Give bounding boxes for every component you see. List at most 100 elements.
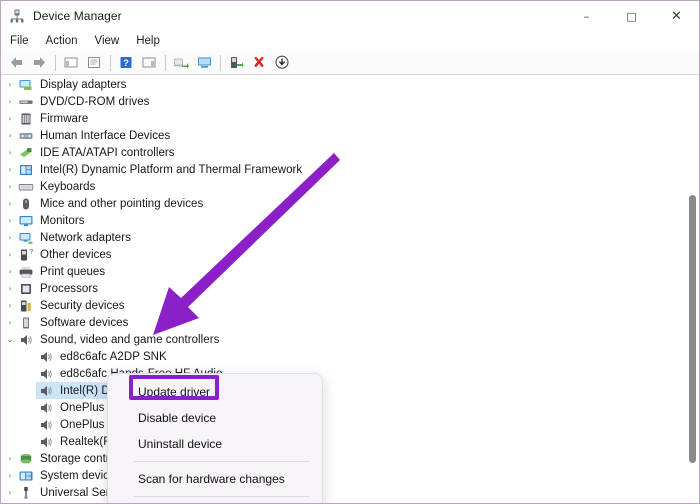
maximize-button[interactable]: □: [609, 1, 654, 31]
tree-item-print-queues[interactable]: › Print queues: [2, 263, 686, 280]
context-menu[interactable]: Update driver Disable device Uninstall dev…: [107, 373, 323, 503]
display-adapter-icon: [18, 77, 34, 93]
tree-item-realtek-r-audio[interactable]: Realtek(R) Audio: [2, 433, 686, 450]
tree-item-label: Security devices: [40, 299, 125, 312]
tree-item-storage-controllers[interactable]: › Storage controllers: [2, 450, 686, 467]
tree-item-label: ed8c6afc A2DP SNK: [60, 350, 167, 363]
other-devices-icon: ?: [18, 247, 34, 263]
tree-item-firmware[interactable]: › Firmware: [2, 110, 686, 127]
tree-item-label: Monitors: [40, 214, 85, 227]
tree-item-oneplus-bullets-wireless-z-hands-free[interactable]: OnePlus Bullets Wireless Z Hands-Free: [2, 416, 686, 433]
chevron-right-icon[interactable]: ›: [2, 488, 18, 497]
chevron-right-icon[interactable]: ›: [2, 97, 18, 106]
tree-item-ed8c6afc-a2dp-snk[interactable]: ed8c6afc A2DP SNK: [2, 348, 686, 365]
tree-item-processors[interactable]: › Processors: [2, 280, 686, 297]
tree-item-system-devices[interactable]: › System devices: [2, 467, 686, 484]
chevron-right-icon[interactable]: ›: [2, 199, 18, 208]
firmware-icon: [18, 111, 34, 127]
tree-item-sound-video-and-game-controllers[interactable]: ⌄ Sound, video and game controllers: [2, 331, 686, 348]
tree-item-human-interface-devices[interactable]: › Human Interface Devices: [2, 127, 686, 144]
tree-item-universal-serial-bus-controllers[interactable]: ›Universal Serial Bus controllers: [2, 484, 686, 501]
chevron-right-icon[interactable]: ›: [2, 80, 18, 89]
monitor-icon: [18, 213, 34, 229]
tree-item-label: IDE ATA/ATAPI controllers: [40, 146, 175, 159]
tree-item-other-devices[interactable]: ›? Other devices: [2, 246, 686, 263]
properties-button[interactable]: [83, 52, 105, 73]
chevron-down-icon[interactable]: ⌄: [2, 335, 18, 344]
chevron-right-icon[interactable]: ›: [2, 182, 18, 191]
ctx-disable-device[interactable]: Disable device: [108, 405, 322, 431]
menu-action[interactable]: Action: [44, 35, 87, 47]
chevron-right-icon[interactable]: ›: [2, 250, 18, 259]
dvd-drive-icon: [18, 94, 34, 110]
system-device-icon: [18, 468, 34, 484]
sound-controller-icon: [38, 383, 54, 399]
tree-item-monitors[interactable]: › Monitors: [2, 212, 686, 229]
menu-help[interactable]: Help: [134, 35, 169, 47]
ctx-scan-hardware-changes[interactable]: Scan for hardware changes: [108, 466, 322, 492]
toolbar-separator: [165, 54, 166, 71]
chevron-right-icon[interactable]: ›: [2, 233, 18, 242]
chevron-right-icon[interactable]: ›: [2, 114, 18, 123]
forward-button[interactable]: [28, 52, 50, 73]
tree-item-label: Print queues: [40, 265, 106, 278]
show-hide-console-tree-button[interactable]: [60, 52, 82, 73]
window-title: Device Manager: [33, 9, 122, 23]
chevron-right-icon[interactable]: ›: [2, 301, 18, 310]
chevron-right-icon[interactable]: ›: [2, 165, 18, 174]
ctx-update-driver[interactable]: Update driver: [108, 379, 322, 405]
tree-item-security-devices[interactable]: › Security devices: [2, 297, 686, 314]
uninstall-device-button[interactable]: [248, 52, 270, 73]
tree-item-intel-r-display-audio[interactable]: Intel(R) Display Audio: [2, 382, 686, 399]
tree-item-label: Processors: [40, 282, 99, 295]
toolbar-separator: [55, 54, 56, 71]
menu-bar: File Action View Help: [1, 31, 699, 51]
tree-item-label: Human Interface Devices: [40, 129, 171, 142]
sound-controller-icon: [38, 400, 54, 416]
tree-item-intel-r-dynamic-platform-and-thermal-framework[interactable]: › Intel(R) Dynamic Platform and Thermal F…: [2, 161, 686, 178]
context-menu-separator: [134, 496, 310, 497]
tree-item-oneplus-bullets-wireless-z-stereo[interactable]: OnePlus Bullets Wireless Z Stereo: [2, 399, 686, 416]
minimize-button[interactable]: –: [564, 1, 609, 31]
enable-device-button[interactable]: [225, 52, 247, 73]
tree-item-software-devices[interactable]: › Software devices: [2, 314, 686, 331]
tree-item-label: Firmware: [40, 112, 89, 125]
chevron-right-icon[interactable]: ›: [2, 284, 18, 293]
scan-for-hardware-changes-button[interactable]: [193, 52, 215, 73]
tree-item-ed8c6afc-hands-free-hf-audio[interactable]: ed8c6afc Hands-Free HF Audio: [2, 365, 686, 382]
tree-item-dvd-cd-rom-drives[interactable]: › DVD/CD-ROM drives: [2, 93, 686, 110]
show-hide-action-pane-button[interactable]: [138, 52, 160, 73]
disable-device-button[interactable]: [271, 52, 293, 73]
tree-item-label: Software devices: [40, 316, 129, 329]
tree-item-label: Sound, video and game controllers: [40, 333, 220, 346]
chevron-right-icon[interactable]: ›: [2, 454, 18, 463]
tree-item-ide-ata-atapi-controllers[interactable]: › IDE ATA/ATAPI controllers: [2, 144, 686, 161]
svg-text:?: ?: [123, 58, 129, 69]
tree-item-network-adapters[interactable]: › Network adapters: [2, 229, 686, 246]
tree-item-label: Keyboards: [40, 180, 96, 193]
ctx-uninstall-device[interactable]: Uninstall device: [108, 431, 322, 457]
scrollbar-thumb[interactable]: [689, 195, 696, 463]
tree-item-mice-and-other-pointing-devices[interactable]: › Mice and other pointing devices: [2, 195, 686, 212]
chevron-right-icon[interactable]: ›: [2, 471, 18, 480]
tree-item-display-adapters[interactable]: › Display adapters: [2, 76, 686, 93]
chevron-right-icon[interactable]: ›: [2, 216, 18, 225]
tree-item-keyboards[interactable]: › Keyboards: [2, 178, 686, 195]
update-driver-button[interactable]: [170, 52, 192, 73]
menu-view[interactable]: View: [93, 35, 129, 47]
toolbar-separator: [110, 54, 111, 71]
help-button[interactable]: ?: [115, 52, 137, 73]
back-button[interactable]: [5, 52, 27, 73]
device-tree[interactable]: › Display adapters › DVD/CD-ROM drives › Firm…: [2, 76, 686, 502]
chevron-right-icon[interactable]: ›: [2, 267, 18, 276]
chevron-right-icon[interactable]: ›: [2, 148, 18, 157]
vertical-scrollbar[interactable]: [688, 77, 697, 501]
toolbar-separator: [220, 54, 221, 71]
keyboard-icon: [18, 179, 34, 195]
tree-item-label: Other devices: [40, 248, 112, 261]
close-button[interactable]: ✕: [654, 1, 699, 31]
software-device-icon: [18, 315, 34, 331]
menu-file[interactable]: File: [8, 35, 38, 47]
chevron-right-icon[interactable]: ›: [2, 131, 18, 140]
chevron-right-icon[interactable]: ›: [2, 318, 18, 327]
